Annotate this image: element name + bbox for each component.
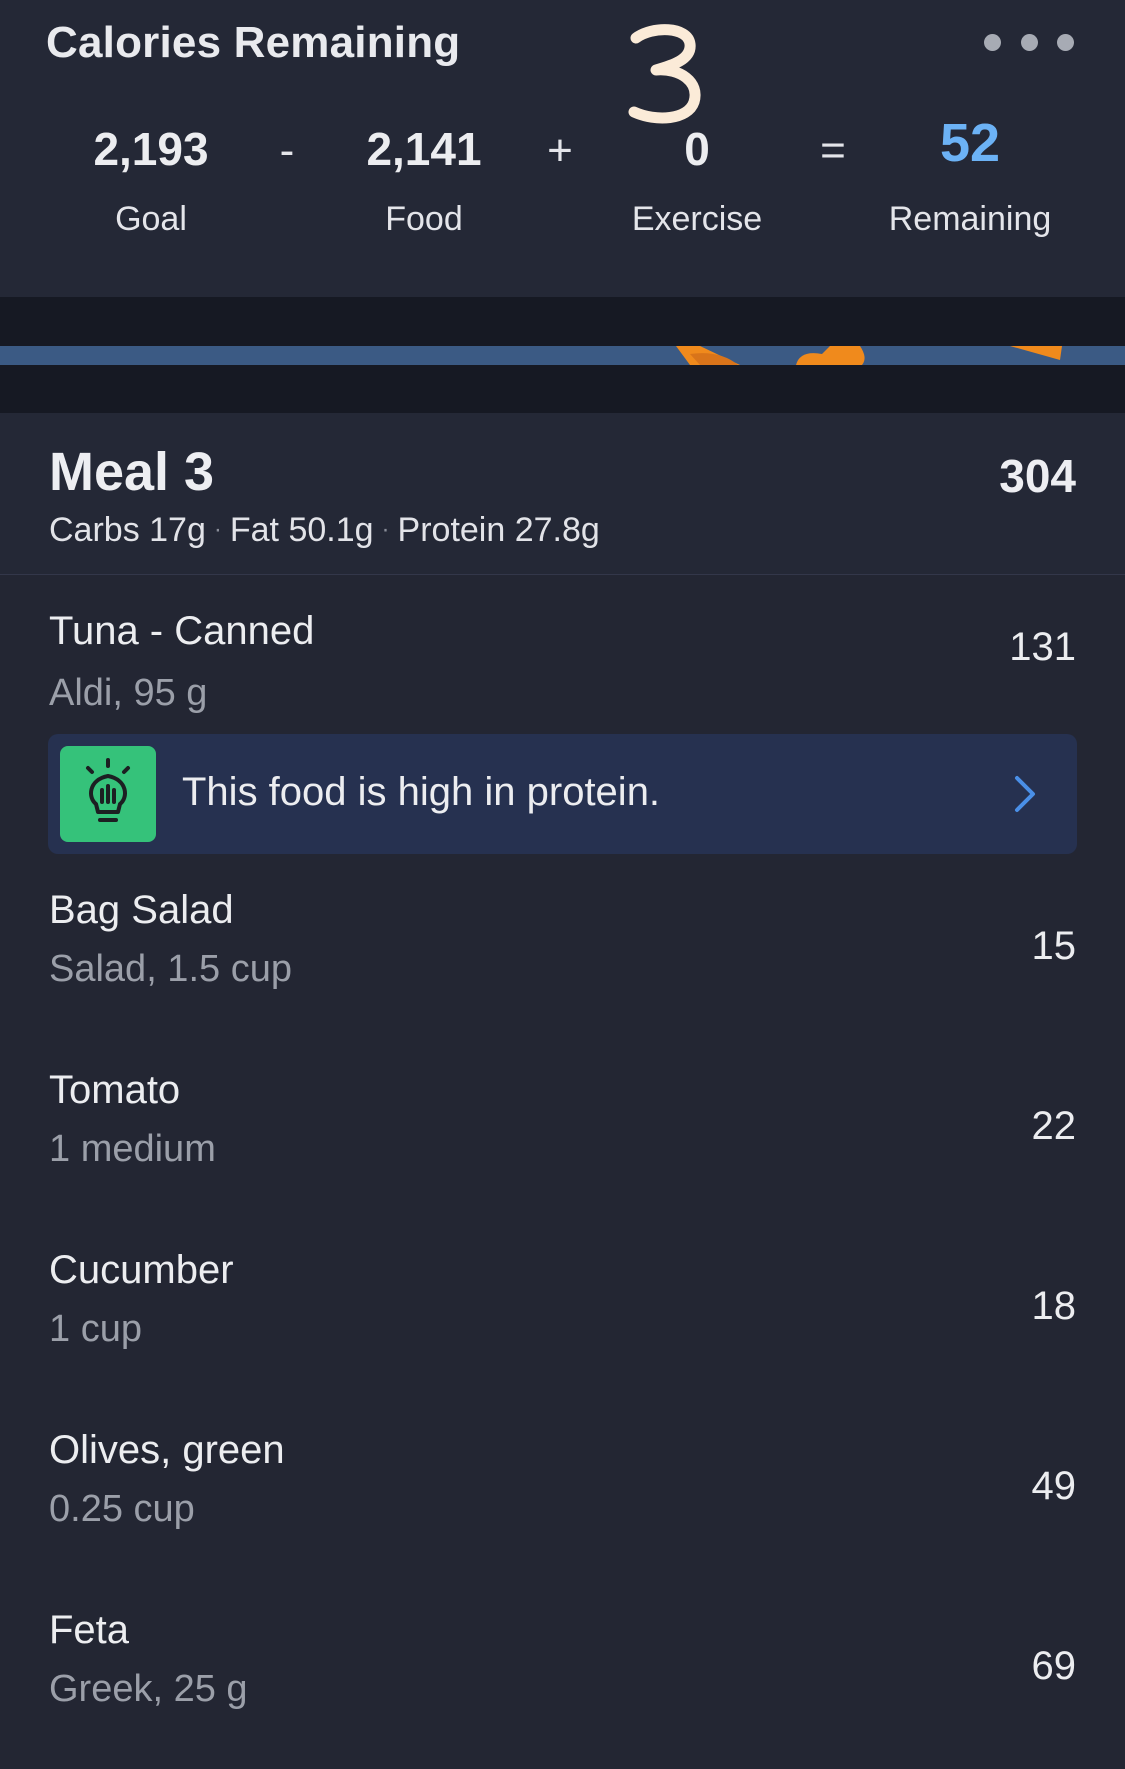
insight-text: This food is high in protein. <box>182 770 661 814</box>
chevron-right-icon <box>1015 776 1035 812</box>
macro-separator: · <box>381 516 390 543</box>
food-item-description: Greek, 25 g <box>49 1668 248 1710</box>
food-item-description: 1 cup <box>49 1308 142 1350</box>
food-item-name: Bag Salad <box>49 888 234 932</box>
food-item-name: Cucumber <box>49 1248 234 1292</box>
food-item-description: Salad, 1.5 cup <box>49 948 292 990</box>
meal-calories: 304 <box>999 450 1076 502</box>
handwritten-annotation <box>628 24 701 124</box>
food-item-calories: 18 <box>1031 1284 1077 1328</box>
minus-operator: - <box>279 126 295 175</box>
equals-operator: = <box>820 126 846 175</box>
food-item-calories: 131 <box>1009 625 1076 669</box>
food-item-name: Olives, green <box>49 1428 285 1472</box>
food-item-calories: 22 <box>1031 1104 1077 1148</box>
food-item-calories: 49 <box>1031 1464 1077 1508</box>
carbs-macro: Carbs 17g <box>49 511 206 549</box>
food-item-calories: 15 <box>1031 924 1077 968</box>
food-item-description: 1 medium <box>49 1128 216 1170</box>
goal-value: 2,193 <box>93 123 209 175</box>
plus-operator: + <box>547 126 573 175</box>
food-label: Food <box>385 200 463 238</box>
remaining-label: Remaining <box>888 200 1052 238</box>
promo-banner-strip[interactable] <box>0 346 1125 365</box>
more-dot-icon <box>984 33 1001 51</box>
meal-macros: Carbs 17g · Fat 50.1g · Protein 27.8g <box>49 511 600 550</box>
food-item-calories: 69 <box>1031 1644 1077 1688</box>
exercise-value: 0 <box>684 123 710 175</box>
food-value: 2,141 <box>366 123 482 175</box>
food-item-row[interactable]: Bag Salad Salad, 1.5 cup 15 <box>0 862 1125 1022</box>
more-dot-icon <box>1020 33 1038 51</box>
food-item-name: Feta <box>49 1608 130 1652</box>
food-item-description: 0.25 cup <box>49 1488 195 1530</box>
macro-separator: · <box>213 516 222 543</box>
food-item-name: Tuna - Canned <box>49 609 315 653</box>
goal-label: Goal <box>115 200 187 238</box>
food-item-row[interactable]: Tuna - Canned Aldi, 95 g 131 <box>0 575 1125 734</box>
food-item-row[interactable]: Olives, green 0.25 cup 49 <box>0 1402 1125 1562</box>
more-dot-icon <box>1057 33 1074 51</box>
banner-gap <box>0 297 1125 346</box>
meal-title: Meal 3 <box>49 442 215 502</box>
banner-gap <box>0 365 1125 413</box>
calories-remaining-card: Calories Remaining 2,193 Goal - 2,141 Fo… <box>0 0 1125 297</box>
more-options-button[interactable] <box>984 26 1074 58</box>
food-item-name: Tomato <box>49 1068 181 1112</box>
fat-macro: Fat 50.1g <box>229 511 374 549</box>
food-item-row[interactable]: Tomato 1 medium 22 <box>0 1042 1125 1202</box>
exercise-label: Exercise <box>631 200 763 238</box>
food-item-description: Aldi, 95 g <box>49 672 208 714</box>
food-item-row[interactable]: Feta Greek, 25 g 69 <box>0 1582 1125 1742</box>
calories-remaining-title: Calories Remaining <box>46 18 461 67</box>
protein-insight-banner[interactable]: This food is high in protein. <box>48 734 1077 854</box>
protein-macro: Protein 27.8g <box>397 511 600 549</box>
banner-artwork-icon <box>676 346 1062 365</box>
food-item-row[interactable]: Cucumber 1 cup 18 <box>0 1222 1125 1382</box>
meal-header[interactable]: Meal 3 304 Carbs 17g · Fat 50.1g · Protein 2… <box>0 413 1125 575</box>
remaining-value: 52 <box>939 113 1001 173</box>
lightbulb-icon <box>60 746 156 842</box>
